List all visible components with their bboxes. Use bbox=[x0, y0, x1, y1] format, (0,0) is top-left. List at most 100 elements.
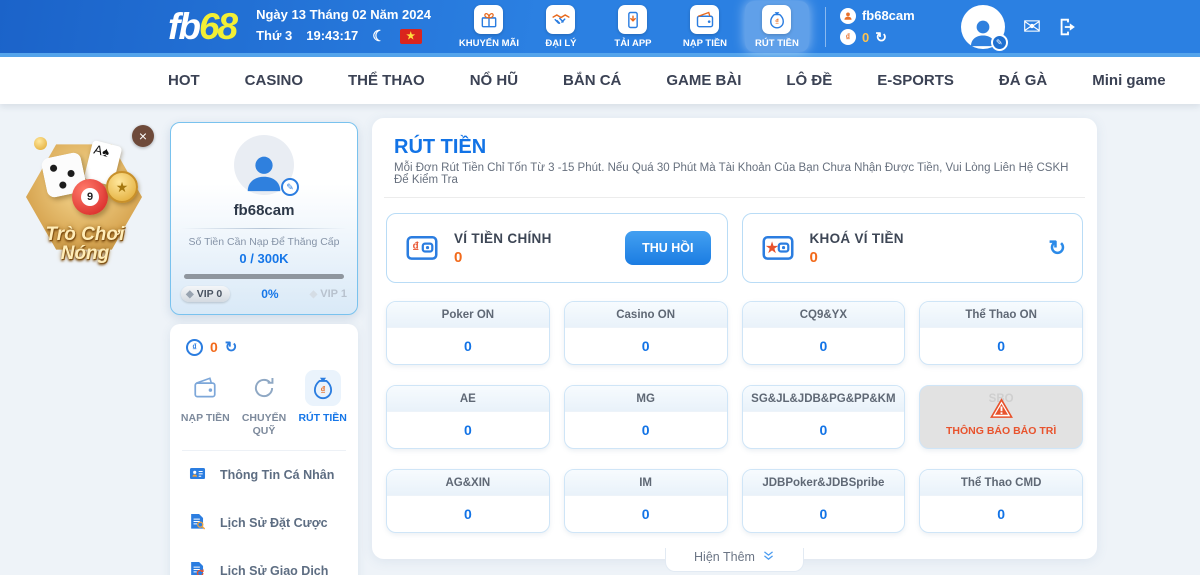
nav-item[interactable]: GAME BÀI bbox=[666, 72, 741, 89]
game-wallet-balance: 0 bbox=[920, 496, 1082, 533]
withdraw-panel: RÚT TIỀN Mỗi Đơn Rút Tiền Chỉ Tốn Từ 3 -… bbox=[372, 118, 1097, 559]
mail-icon[interactable]: ✉ bbox=[1023, 14, 1041, 40]
sidebar-item-bet-history[interactable]: Lịch Sử Đặt Cược bbox=[170, 499, 358, 547]
sidebar-item-personal-info[interactable]: Thông Tin Cá Nhân bbox=[170, 451, 358, 499]
game-wallet-name: MG bbox=[565, 386, 727, 412]
game-wallet-card[interactable]: MG 0 bbox=[564, 385, 728, 449]
vip-progress-bar bbox=[184, 274, 344, 279]
sidebar-balance-row: ₫ 0 ↻ bbox=[170, 334, 358, 366]
maintenance-notice: THÔNG BÁO BẢO TRÌ bbox=[920, 386, 1082, 448]
datetime-block: Ngày 13 Tháng 02 Năm 2024 Thứ 3 19:43:17… bbox=[256, 5, 431, 48]
tab-deposit[interactable]: NẠP TIỀN bbox=[176, 370, 235, 438]
chevron-double-down-icon bbox=[762, 549, 775, 565]
game-wallet-card[interactable]: IM 0 bbox=[564, 469, 728, 533]
game-wallet-balance: 0 bbox=[743, 328, 905, 365]
logout-icon[interactable] bbox=[1057, 16, 1079, 38]
refresh-balance-icon[interactable]: ↻ bbox=[225, 338, 238, 356]
nav-item[interactable]: LÔ ĐỀ bbox=[786, 72, 832, 89]
tab-transfer[interactable]: CHUYỂN QUỸ bbox=[235, 370, 294, 438]
game-wallet-balance: 0 bbox=[920, 328, 1082, 365]
profile-username: fb68cam bbox=[181, 202, 347, 219]
wallet-icon bbox=[187, 370, 223, 406]
username-row[interactable]: fb68cam bbox=[840, 8, 915, 24]
warning-icon bbox=[989, 397, 1014, 424]
header-quick-links: KHUYẾN MÃI ĐẠI LÝ TẢI APP NẠP TIỀN ₫ RÚT… bbox=[457, 1, 809, 52]
game-wallet-name: IM bbox=[565, 470, 727, 496]
quick-link-promotions[interactable]: KHUYẾN MÃI bbox=[457, 1, 521, 52]
game-wallet-card[interactable]: CQ9&YX 0 bbox=[742, 301, 906, 365]
game-wallet-card[interactable]: SG&JL&JDB&PG&PP&KM 0 bbox=[742, 385, 906, 449]
site-logo[interactable]: fb68 bbox=[168, 8, 236, 45]
svg-text:₫: ₫ bbox=[775, 17, 779, 26]
sidebar: ✎ fb68cam Số Tiền Cần Nạp Để Thăng Cấp 0… bbox=[170, 122, 358, 575]
game-wallet-balance: 0 bbox=[387, 328, 549, 365]
game-wallet-name: Thể Thao CMD bbox=[920, 470, 1082, 496]
game-wallets-grid: Poker ON 0 Casino ON 0 bbox=[384, 301, 1085, 533]
quick-link-agent[interactable]: ĐẠI LÝ bbox=[529, 1, 593, 52]
tab-withdraw[interactable]: ₫ RÚT TIỀN bbox=[293, 370, 352, 438]
promo-banner[interactable]: A♠ 9 ★ Trò ChơiNóng × bbox=[14, 125, 156, 263]
profile-avatar[interactable]: ✎ bbox=[234, 135, 294, 195]
sidebar-item-transaction-history[interactable]: Lịch Sử Giao Dịch bbox=[170, 547, 358, 575]
game-wallet-balance: 0 bbox=[565, 412, 727, 449]
id-card-icon bbox=[188, 464, 207, 486]
page-title: RÚT TIỀN bbox=[394, 136, 1085, 159]
header-divider bbox=[825, 7, 826, 47]
locked-wallet-info: KHOÁ VÍ TIỀN 0 bbox=[810, 231, 1036, 266]
edit-profile-icon: ✎ bbox=[991, 34, 1008, 51]
game-wallet-card[interactable]: JDBPoker&JDBSpribe 0 bbox=[742, 469, 906, 533]
primary-wallets-row: ₫ VÍ TIỀN CHÍNH 0 THU HỒI ★ KHOÁ VÍ TIỀN… bbox=[384, 213, 1085, 283]
nav-item[interactable]: Mini game bbox=[1092, 72, 1165, 89]
gold-coin-icon: ★ bbox=[106, 171, 138, 203]
moon-icon[interactable]: ☾ bbox=[372, 25, 385, 48]
page-content: A♠ 9 ★ Trò ChơiNóng × ✎ fb68cam Số Tiền … bbox=[0, 104, 1200, 575]
refresh-balance-icon[interactable]: ↻ bbox=[875, 29, 887, 46]
game-wallet-name: JDBPoker&JDBSpribe bbox=[743, 470, 905, 496]
diamond-icon: ◆ bbox=[310, 289, 318, 300]
main-nav: HOT CASINO THỂ THAO NỔ HŨ BẮN CÁ GAME BÀI LÔ Đ… bbox=[0, 57, 1200, 104]
promo-text: Trò ChơiNóng bbox=[14, 225, 156, 263]
sidebar-balance: 0 bbox=[210, 339, 218, 355]
show-more-button[interactable]: Hiện Thêm bbox=[665, 548, 804, 572]
main-wallet-card: ₫ VÍ TIỀN CHÍNH 0 THU HỒI bbox=[386, 213, 728, 283]
nav-item[interactable]: ĐÁ GÀ bbox=[999, 72, 1047, 89]
game-wallet-card[interactable]: SBO THÔNG BÁO BẢO TRÌ bbox=[919, 385, 1083, 449]
main-wallet-value: 0 bbox=[454, 249, 612, 266]
billiard-ball-icon: 9 bbox=[72, 179, 108, 215]
nav-item[interactable]: E-SPORTS bbox=[877, 72, 954, 89]
nav-item[interactable]: NỔ HŨ bbox=[470, 72, 518, 89]
wallet-action-tabs: NẠP TIỀN CHUYỂN QUỸ ₫ RÚT TIỀN bbox=[170, 366, 358, 450]
svg-text:₫: ₫ bbox=[412, 239, 419, 254]
date-text: Ngày 13 Tháng 02 Năm 2024 bbox=[256, 5, 431, 25]
recall-button[interactable]: THU HỒI bbox=[625, 231, 710, 265]
game-wallet-card[interactable]: Thể Thao CMD 0 bbox=[919, 469, 1083, 533]
refresh-wallets-icon[interactable]: ↻ bbox=[1048, 236, 1066, 261]
vip-current-badge: ◆VIP 0 bbox=[181, 286, 230, 302]
nav-item[interactable]: THỂ THAO bbox=[348, 72, 425, 89]
quick-link-deposit[interactable]: NẠP TIỀN bbox=[673, 1, 737, 52]
game-wallet-card[interactable]: AG&XIN 0 bbox=[386, 469, 550, 533]
game-wallet-card[interactable]: Thể Thao ON 0 bbox=[919, 301, 1083, 365]
main-wallet-info: VÍ TIỀN CHÍNH 0 bbox=[454, 231, 612, 266]
close-icon[interactable]: × bbox=[132, 125, 154, 147]
game-wallet-card[interactable]: AE 0 bbox=[386, 385, 550, 449]
balance-row: ₫ 0 ↻ bbox=[840, 29, 915, 46]
game-wallet-name: Thể Thao ON bbox=[920, 302, 1082, 328]
locked-wallet-label: KHOÁ VÍ TIỀN bbox=[810, 231, 1036, 246]
coin-icon: ₫ bbox=[840, 29, 856, 45]
avatar[interactable]: ✎ bbox=[961, 5, 1005, 49]
nav-item[interactable]: BẮN CÁ bbox=[563, 72, 621, 89]
quick-link-app[interactable]: TẢI APP bbox=[601, 1, 665, 52]
nav-item[interactable]: HOT bbox=[168, 72, 200, 89]
money-bag-icon: ₫ bbox=[305, 370, 341, 406]
game-wallet-card[interactable]: Casino ON 0 bbox=[564, 301, 728, 365]
download-app-icon bbox=[618, 5, 647, 34]
vietnam-flag-icon[interactable]: ★ bbox=[400, 29, 422, 44]
nav-item[interactable]: CASINO bbox=[245, 72, 303, 89]
game-wallet-card[interactable]: Poker ON 0 bbox=[386, 301, 550, 365]
gift-icon bbox=[474, 5, 503, 34]
money-bag-icon: ₫ bbox=[762, 5, 791, 34]
quick-link-withdraw[interactable]: ₫ RÚT TIỀN bbox=[745, 1, 809, 52]
game-wallet-balance: 0 bbox=[387, 412, 549, 449]
upgrade-label: Số Tiền Cần Nạp Để Thăng Cấp bbox=[181, 236, 347, 248]
